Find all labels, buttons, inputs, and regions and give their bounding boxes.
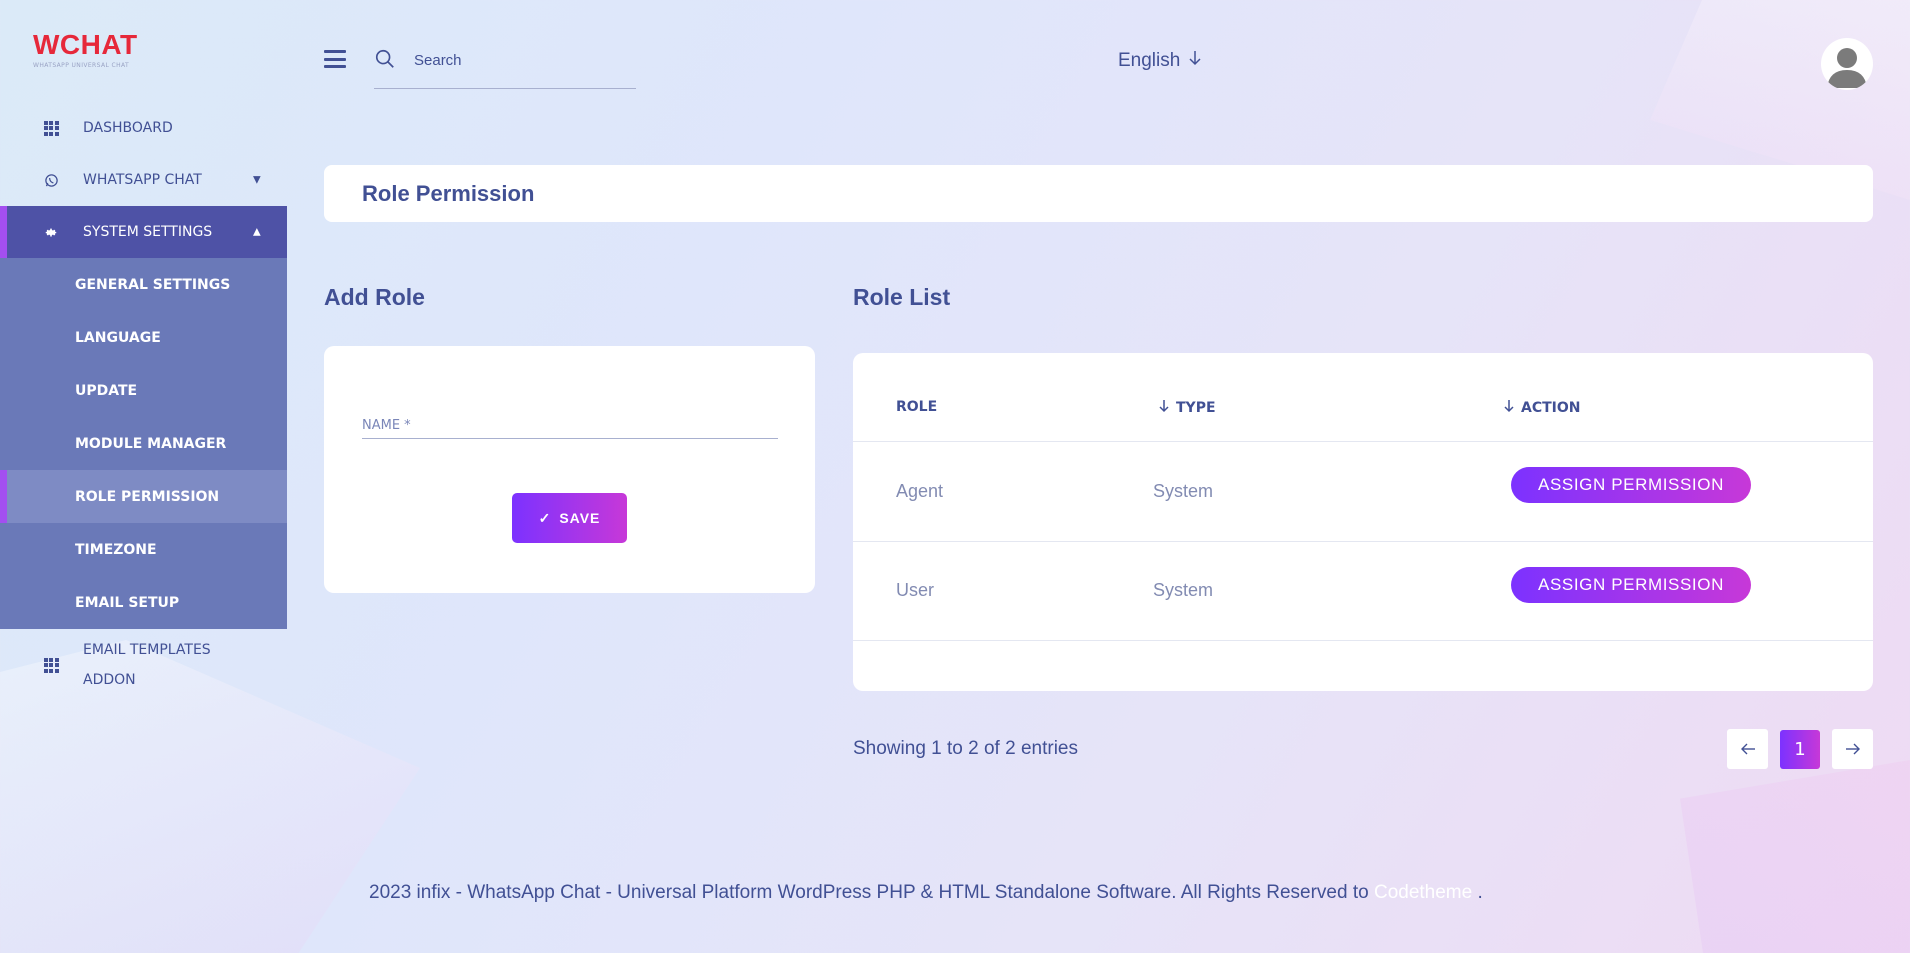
- logo[interactable]: WCHAT WHATSAPP UNIVERSAL CHAT: [33, 29, 138, 70]
- sidebar-item-language[interactable]: LANGUAGE: [0, 311, 287, 364]
- hamburger-menu-icon[interactable]: [324, 50, 346, 68]
- background-shape: [1680, 760, 1910, 953]
- arrow-down-icon: [1188, 50, 1202, 72]
- footer-link[interactable]: Codetheme: [1374, 882, 1472, 903]
- column-header-type[interactable]: TYPE: [1158, 399, 1216, 417]
- column-header-action[interactable]: ACTION: [1503, 399, 1581, 417]
- caret-down-icon: ▼: [253, 174, 261, 186]
- sidebar-item-role-permission[interactable]: ROLE PERMISSION: [0, 470, 287, 523]
- next-page-button[interactable]: [1832, 729, 1873, 769]
- footer: 2023 infix - WhatsApp Chat - Universal P…: [369, 882, 1483, 904]
- user-icon: [1827, 48, 1867, 88]
- whatsapp-icon: [43, 172, 59, 188]
- arrow-left-icon: [1740, 743, 1755, 755]
- grid-icon: [43, 120, 59, 136]
- role-list-table: ROLE TYPE ACTION Agent System ASSIGN PER…: [853, 353, 1873, 691]
- sidebar-item-label: WHATSAPP CHAT: [83, 172, 202, 188]
- add-role-card: NAME * ✓ SAVE: [324, 346, 815, 593]
- search-icon: [374, 48, 396, 70]
- type-cell: System: [1153, 481, 1214, 501]
- sidebar-item-email-setup[interactable]: EMAIL SETUP: [0, 576, 287, 629]
- logo-subtitle: WHATSAPP UNIVERSAL CHAT: [33, 62, 130, 69]
- user-avatar[interactable]: [1821, 38, 1873, 90]
- page-number-button[interactable]: 1: [1780, 730, 1820, 769]
- sort-arrow-icon: [1158, 399, 1170, 417]
- arrow-right-icon: [1845, 743, 1860, 755]
- sidebar-item-label: EMAIL TEMPLATES ADDON: [83, 635, 211, 695]
- language-selector[interactable]: English: [1118, 50, 1202, 72]
- caret-up-icon: ▲: [253, 226, 261, 238]
- sidebar-nav: DASHBOARD WHATSAPP CHAT ▼ SYSTEM SETTING…: [0, 102, 287, 701]
- sidebar-item-dashboard[interactable]: DASHBOARD: [0, 102, 287, 154]
- divider: [853, 541, 1873, 542]
- save-button-label: SAVE: [559, 510, 601, 526]
- column-header-role[interactable]: ROLE: [896, 399, 937, 415]
- system-settings-submenu: GENERAL SETTINGS LANGUAGE UPDATE MODULE …: [0, 258, 287, 629]
- sidebar-item-system-settings[interactable]: SYSTEM SETTINGS ▲: [0, 206, 287, 258]
- grid-icon: [43, 657, 59, 673]
- sidebar-item-label: DASHBOARD: [83, 120, 173, 136]
- gear-icon: [43, 224, 59, 240]
- search-bar: [374, 44, 636, 89]
- sidebar-item-label-line1: EMAIL TEMPLATES: [83, 642, 211, 658]
- divider: [853, 441, 1873, 442]
- type-cell: System: [1153, 580, 1214, 600]
- sidebar: WCHAT WHATSAPP UNIVERSAL CHAT DASHBOARD …: [0, 0, 287, 953]
- logo-title: WCHAT: [33, 29, 138, 60]
- role-list-title: Role List: [853, 284, 951, 310]
- save-button[interactable]: ✓ SAVE: [512, 493, 627, 543]
- language-label: English: [1118, 50, 1181, 71]
- check-icon: ✓: [538, 509, 552, 526]
- divider: [853, 640, 1873, 641]
- footer-text: 2023 infix - WhatsApp Chat - Universal P…: [369, 882, 1369, 903]
- assign-permission-button[interactable]: ASSIGN PERMISSION: [1511, 467, 1751, 503]
- role-cell: User: [896, 580, 935, 600]
- add-role-title: Add Role: [324, 284, 425, 310]
- pagination-info: Showing 1 to 2 of 2 entries: [853, 738, 1078, 759]
- prev-page-button[interactable]: [1727, 729, 1768, 769]
- sidebar-item-label: SYSTEM SETTINGS: [83, 224, 213, 240]
- search-input[interactable]: [414, 49, 624, 71]
- sidebar-item-general-settings[interactable]: GENERAL SETTINGS: [0, 258, 287, 311]
- sidebar-item-label-line2: ADDON: [83, 672, 136, 688]
- sidebar-item-timezone[interactable]: TIMEZONE: [0, 523, 287, 576]
- name-field-label: NAME *: [362, 418, 411, 433]
- page-title-card: Role Permission: [324, 165, 1873, 222]
- footer-end: .: [1477, 882, 1483, 903]
- sidebar-item-whatsapp-chat[interactable]: WHATSAPP CHAT ▼: [0, 154, 287, 206]
- sidebar-item-email-templates-addon[interactable]: EMAIL TEMPLATES ADDON: [0, 629, 287, 701]
- sidebar-item-module-manager[interactable]: MODULE MANAGER: [0, 417, 287, 470]
- page-title: Role Permission: [362, 181, 535, 206]
- sort-arrow-icon: [1503, 399, 1515, 417]
- name-field[interactable]: NAME *: [362, 411, 778, 439]
- sidebar-item-update[interactable]: UPDATE: [0, 364, 287, 417]
- assign-permission-button[interactable]: ASSIGN PERMISSION: [1511, 567, 1751, 603]
- role-cell: Agent: [896, 481, 944, 501]
